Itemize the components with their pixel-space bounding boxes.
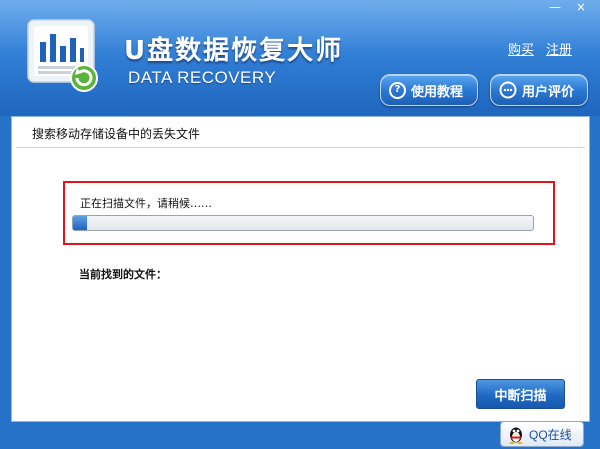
scan-progress-box: 正在扫描文件，请稍候…… xyxy=(63,181,555,245)
scan-progress-fill xyxy=(73,216,87,230)
user-review-button-label: 用户评价 xyxy=(522,84,575,100)
divider xyxy=(16,147,585,148)
scan-progress-bar xyxy=(72,215,534,231)
scan-status-text: 正在扫描文件，请稍候…… xyxy=(80,197,212,210)
qq-online-label: QQ在线 xyxy=(529,427,572,442)
stop-scan-button[interactable]: 中断扫描 xyxy=(476,379,565,409)
app-window: U盘数据恢复大师 DATA RECOVERY — × 购买 注册 ? 使用教程 … xyxy=(0,0,600,449)
tutorial-button[interactable]: ? 使用教程 xyxy=(380,74,478,106)
close-button[interactable]: × xyxy=(572,0,590,14)
header: U盘数据恢复大师 DATA RECOVERY — × 购买 注册 ? 使用教程 … xyxy=(0,0,600,116)
panel-heading: 搜索移动存储设备中的丢失文件 xyxy=(32,127,201,141)
minimize-button[interactable]: — xyxy=(546,0,564,14)
app-title: U盘数据恢复大师 xyxy=(124,36,344,66)
app-logo-icon xyxy=(27,19,98,92)
question-icon: ? xyxy=(389,81,406,99)
app-subtitle: DATA RECOVERY xyxy=(128,68,277,87)
register-link[interactable]: 注册 xyxy=(546,39,572,58)
qq-penguin-icon xyxy=(509,427,523,444)
buy-link[interactable]: 购买 xyxy=(508,39,534,58)
found-files-label: 当前找到的文件： xyxy=(79,268,167,281)
tutorial-button-label: 使用教程 xyxy=(411,84,464,100)
main-panel: 搜索移动存储设备中的丢失文件 正在扫描文件，请稍候…… 当前找到的文件： 中断扫… xyxy=(11,116,590,422)
chat-icon xyxy=(499,81,517,99)
qq-online-button[interactable]: QQ在线 xyxy=(500,421,584,447)
user-review-button[interactable]: 用户评价 xyxy=(490,74,588,106)
